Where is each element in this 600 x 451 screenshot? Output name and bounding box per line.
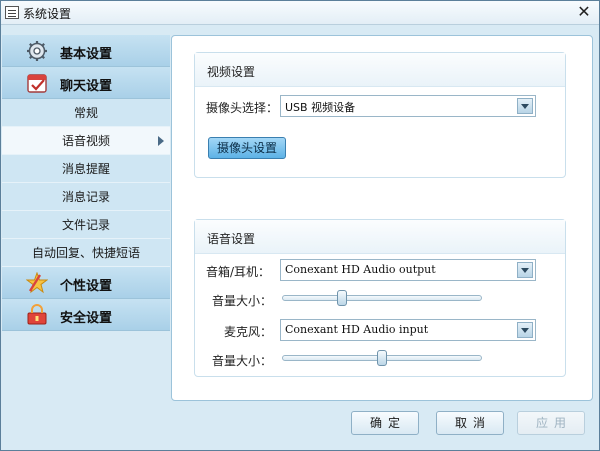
settings-panel: 视频设置 摄像头选择： USB 视频设备 摄像头设置 语音设置 音箱/耳机： C… (171, 35, 593, 401)
gear-icon (27, 41, 47, 61)
window-title: 系统设置 (23, 7, 72, 21)
sidebar-category-personal[interactable]: 个性设置 (2, 267, 170, 299)
chevron-down-icon[interactable] (517, 98, 533, 114)
sidebar-category-label: 基本设置 (60, 47, 113, 62)
sidebar-item-label: 语音视频 (61, 134, 110, 148)
sidebar-item-label: 常规 (73, 106, 98, 120)
mic-select-value: Conexant HD Audio input (285, 323, 429, 336)
sidebar-item-file-history[interactable]: 文件记录 (2, 211, 170, 239)
sidebar-item-message-history[interactable]: 消息记录 (2, 183, 170, 211)
sidebar-category-label: 安全设置 (60, 311, 113, 326)
sidebar-category-basic[interactable]: 基本设置 (2, 35, 170, 67)
sidebar-item-notifications[interactable]: 消息提醒 (2, 155, 170, 183)
sidebar-category-label: 聊天设置 (60, 79, 113, 94)
sidebar: 基本设置 聊天设置 常规 语音视频 消息提醒 消息记录 文件记录 自动回复、快捷… (2, 35, 170, 331)
mic-label: 麦克风： (224, 325, 273, 339)
chevron-down-icon[interactable] (517, 262, 533, 278)
sidebar-category-security[interactable]: 安全设置 (2, 299, 170, 331)
speaker-select[interactable]: Conexant HD Audio output (280, 259, 536, 281)
audio-section-title: 语音设置 (195, 220, 565, 254)
slider-thumb[interactable] (337, 290, 347, 306)
slider-thumb[interactable] (377, 350, 387, 366)
sidebar-item-label: 消息记录 (61, 190, 110, 204)
sidebar-item-label: 消息提醒 (61, 162, 110, 176)
selected-arrow-icon (158, 136, 164, 146)
slider-track[interactable] (282, 295, 482, 301)
speaker-select-value: Conexant HD Audio output (285, 263, 436, 276)
sidebar-item-label: 自动回复、快捷短语 (31, 246, 140, 260)
calendar-check-icon (27, 74, 47, 93)
sidebar-item-label: 文件记录 (61, 218, 110, 232)
mic-volume-label: 音量大小： (212, 354, 273, 368)
mic-select[interactable]: Conexant HD Audio input (280, 319, 536, 341)
sidebar-category-label: 个性设置 (60, 279, 113, 294)
apply-button: 应用 (517, 411, 585, 435)
close-icon[interactable]: ✕ (575, 3, 593, 21)
speaker-volume-label: 音量大小： (212, 294, 273, 308)
sidebar-item-general[interactable]: 常规 (2, 99, 170, 127)
camera-select[interactable]: USB 视频设备 (280, 95, 536, 117)
speaker-volume-slider[interactable] (282, 290, 482, 306)
chevron-down-icon[interactable] (517, 322, 533, 338)
sidebar-item-voice-video[interactable]: 语音视频 (2, 127, 170, 155)
camera-select-value: USB 视频设备 (285, 101, 356, 114)
sidebar-item-auto-reply[interactable]: 自动回复、快捷短语 (2, 239, 170, 267)
speaker-label: 音箱/耳机： (206, 265, 271, 279)
video-section-title: 视频设置 (195, 53, 565, 87)
cancel-button[interactable]: 取消 (436, 411, 504, 435)
camera-settings-button[interactable]: 摄像头设置 (208, 137, 286, 159)
sidebar-category-chat[interactable]: 聊天设置 (2, 67, 170, 99)
star-brush-icon (26, 272, 48, 294)
camera-label: 摄像头选择： (206, 101, 279, 115)
title-bar: 系统设置 ✕ (1, 1, 599, 25)
settings-window: 系统设置 ✕ 基本设置 聊天设置 常规 语音视频 消息提醒 消息记录 文件记录 … (0, 0, 600, 451)
ok-button[interactable]: 确定 (351, 411, 419, 435)
shield-lock-icon (27, 304, 47, 325)
mic-volume-slider[interactable] (282, 350, 482, 366)
window-icon (5, 6, 19, 19)
